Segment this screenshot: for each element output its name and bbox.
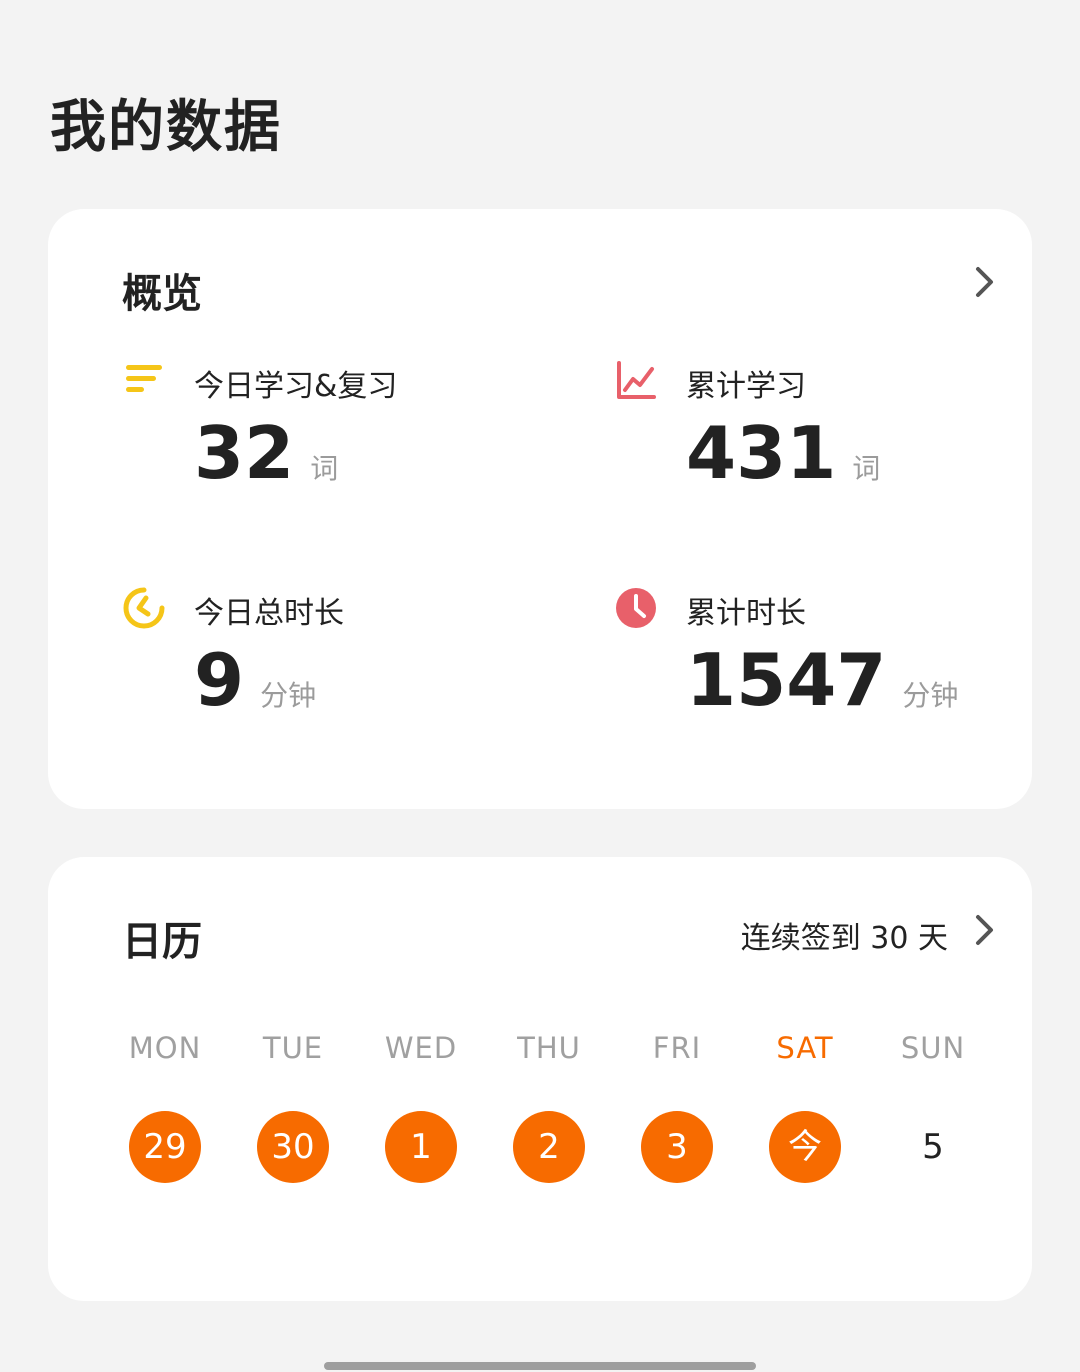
day-mon[interactable]: MON 29 [120,1031,210,1191]
stat-value: 32 [194,411,295,495]
checkin-streak[interactable]: 连续签到 30 天 [741,913,948,957]
stat-total-duration: 累计时长 1547 分钟 [614,586,1034,746]
date-unchecked[interactable]: 5 [897,1111,969,1183]
stat-label: 今日学习&复习 [194,369,398,404]
day-sat[interactable]: SAT 今 [760,1031,850,1191]
calendar-card[interactable]: 日历 连续签到 30 天 MON 29 TUE 30 WED 1 THU 2 F… [48,857,1032,1301]
my-data-page: 我的数据 概览 今日学习&复习 32 词 累计学习 431 词 今日总时长 9 … [0,0,1080,1372]
calendar-title: 日历 [122,919,202,965]
day-of-week: MON [128,1031,202,1065]
list-lines-icon [126,365,162,392]
stat-today-duration: 今日总时长 9 分钟 [122,586,542,746]
day-of-week: THU [517,1031,581,1065]
stat-total-study: 累计学习 431 词 [614,359,1034,519]
day-fri[interactable]: FRI 3 [632,1031,722,1191]
stat-value: 9 [194,638,245,722]
chevron-right-icon[interactable] [974,913,996,947]
page-title: 我的数据 [50,95,282,160]
date-checked[interactable]: 2 [513,1111,585,1183]
stat-value: 431 [686,411,837,495]
date-checked[interactable]: 30 [257,1111,329,1183]
day-wed[interactable]: WED 1 [376,1031,466,1191]
day-sun[interactable]: SUN 5 [888,1031,978,1191]
day-thu[interactable]: THU 2 [504,1031,594,1191]
stat-unit: 分钟 [260,679,317,712]
date-checked[interactable]: 1 [385,1111,457,1183]
clock-icon [616,588,656,628]
day-tue[interactable]: TUE 30 [248,1031,338,1191]
timer-icon [123,587,165,629]
overview-title: 概览 [122,271,202,317]
home-indicator[interactable] [324,1362,756,1370]
stat-today-study: 今日学习&复习 32 词 [122,359,542,519]
date-checked[interactable]: 3 [641,1111,713,1183]
stat-label: 累计时长 [686,596,806,631]
stat-unit: 分钟 [902,679,959,712]
stat-unit: 词 [852,452,881,485]
day-of-week-today: SAT [776,1031,834,1065]
overview-card[interactable]: 概览 今日学习&复习 32 词 累计学习 431 词 今日总时长 9 分钟 累计… [48,209,1032,809]
day-of-week: SUN [900,1031,966,1065]
stat-label: 今日总时长 [194,596,344,631]
chevron-right-icon[interactable] [974,265,996,299]
day-of-week: TUE [262,1031,324,1065]
stat-label: 累计学习 [686,369,806,404]
week-row: MON 29 TUE 30 WED 1 THU 2 FRI 3 SAT 今 SU… [120,1031,964,1191]
date-today[interactable]: 今 [769,1111,841,1183]
date-checked[interactable]: 29 [129,1111,201,1183]
line-chart-icon [617,361,656,399]
day-of-week: WED [384,1031,458,1065]
day-of-week: FRI [652,1031,702,1065]
stat-unit: 词 [310,452,339,485]
stat-value: 1547 [686,638,887,722]
